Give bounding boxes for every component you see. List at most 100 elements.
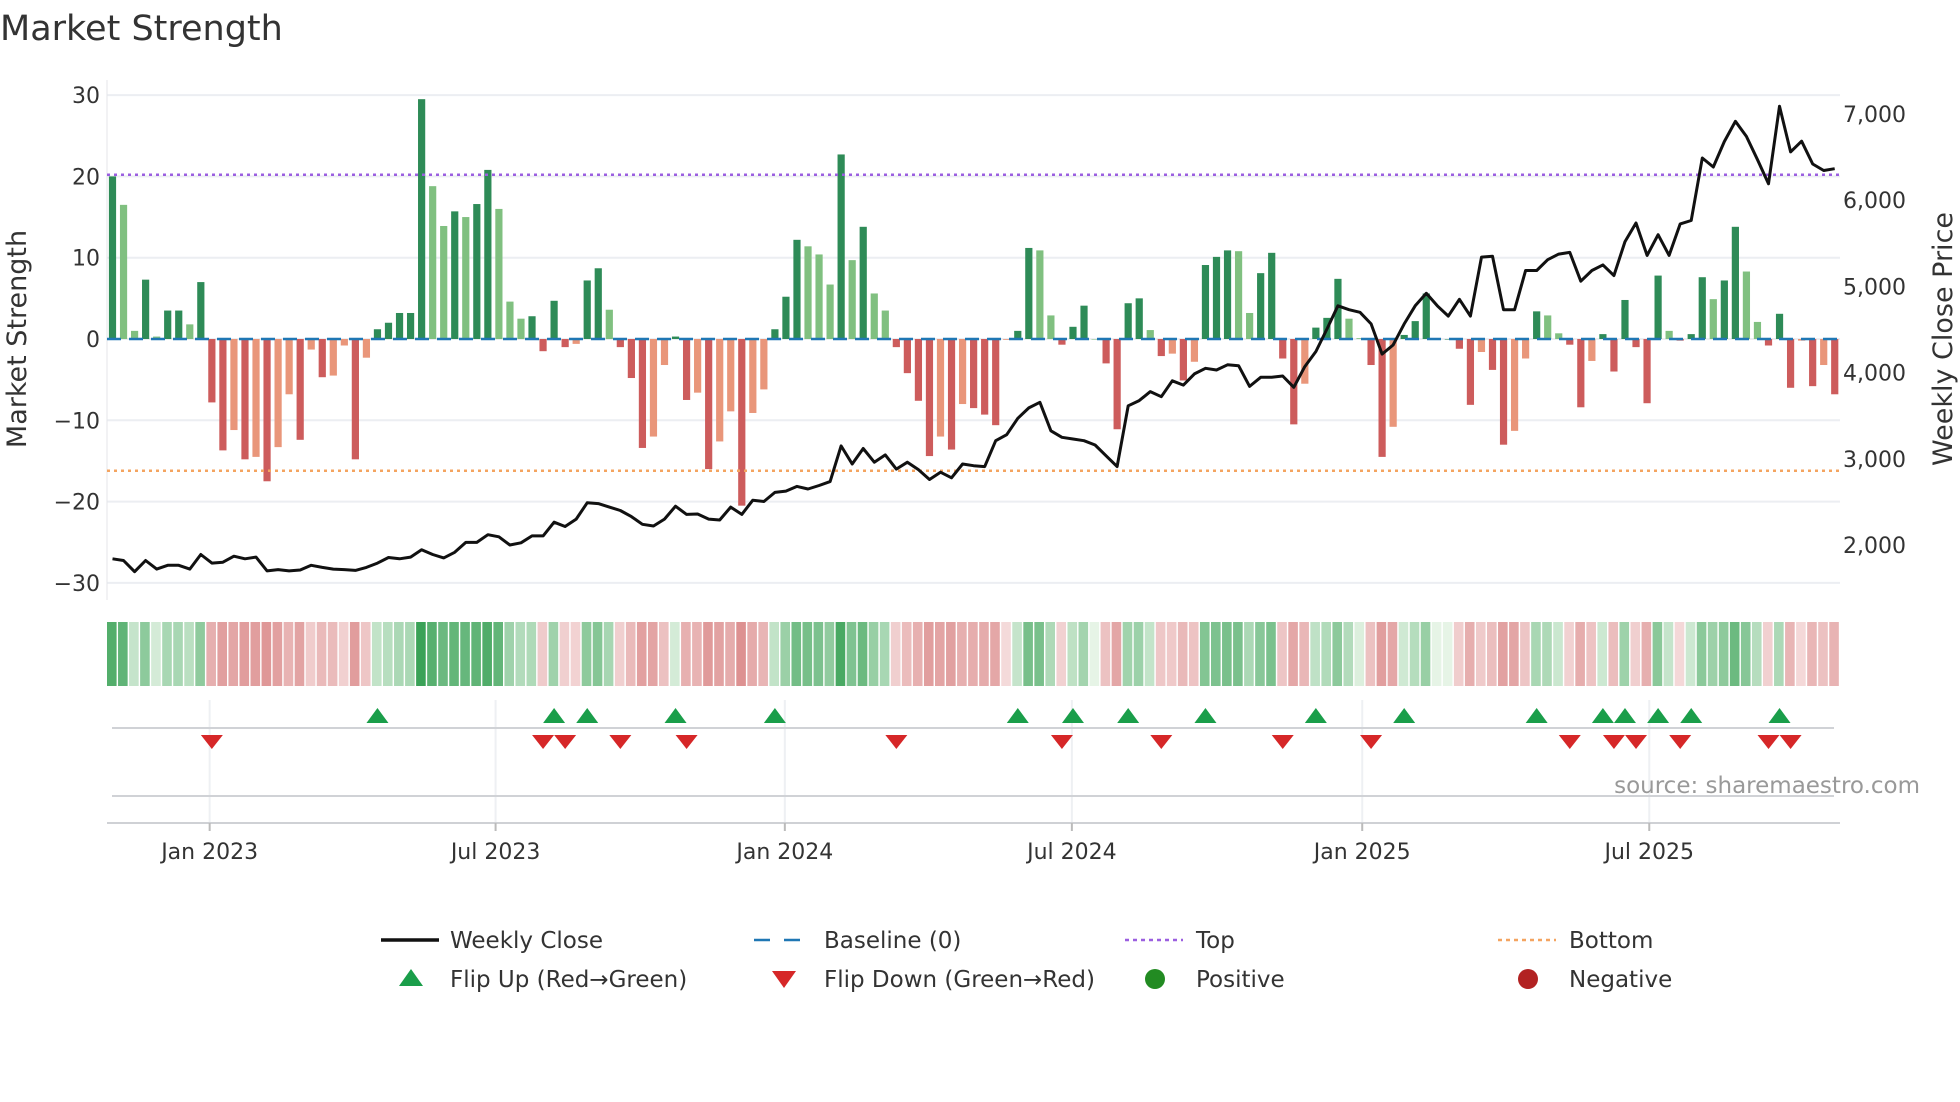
strength-bar xyxy=(981,339,989,415)
heatmap-cell xyxy=(1575,622,1585,686)
heatmap-cell xyxy=(1387,622,1398,686)
heatmap-cell xyxy=(1288,622,1298,686)
strength-bar xyxy=(804,246,812,339)
heatmap-cell xyxy=(824,622,835,686)
flip-up-marker xyxy=(1061,708,1084,723)
strength-bar xyxy=(329,339,337,376)
strength-bar xyxy=(1510,339,1519,431)
strength-bar xyxy=(892,339,900,348)
x-tick-label: Jul 2023 xyxy=(449,840,541,865)
flip-down-marker xyxy=(1360,735,1383,749)
strength-bar xyxy=(760,339,768,390)
strength-bar xyxy=(1698,277,1706,339)
flip-up-marker xyxy=(664,708,687,723)
strength-bar xyxy=(1345,318,1353,339)
heatmap-cell xyxy=(305,622,316,686)
legend-circle-icon xyxy=(1145,969,1165,989)
heatmap-cell xyxy=(129,622,139,686)
strength-bar xyxy=(561,339,569,348)
strength-bar xyxy=(119,204,128,339)
y2-tick-label: 4,000 xyxy=(1843,362,1906,387)
strength-bar xyxy=(1621,299,1629,339)
heatmap-cell xyxy=(1498,622,1508,686)
heatmap-cell xyxy=(217,622,227,686)
heatmap-cell xyxy=(1233,622,1243,686)
strength-bar xyxy=(1246,312,1254,339)
strength-bar xyxy=(462,217,470,339)
y2-tick-label: 7,000 xyxy=(1843,103,1906,128)
heatmap-cell xyxy=(327,622,338,686)
strength-bar xyxy=(782,296,790,339)
heatmap-cell xyxy=(438,622,448,686)
strength-bar xyxy=(340,339,348,346)
flip-up-marker xyxy=(763,708,786,723)
strength-bar xyxy=(1036,250,1044,339)
strength-bar xyxy=(914,339,923,401)
heatmap-cell xyxy=(1376,622,1387,686)
heatmap-cell xyxy=(283,622,294,686)
strength-bar xyxy=(1135,298,1143,339)
heatmap-cell xyxy=(990,622,1000,686)
heatmap-cell xyxy=(1045,622,1055,686)
flip-up-marker xyxy=(1647,708,1670,723)
strength-bar xyxy=(1201,265,1210,339)
strength-bar xyxy=(1146,330,1154,339)
heatmap-cell xyxy=(1332,622,1343,686)
heatmap-cell xyxy=(405,622,415,686)
source-credit: source: sharemaestro.com xyxy=(1614,773,1920,799)
heatmap-cell xyxy=(1829,622,1839,686)
heatmap-cell xyxy=(493,622,503,686)
y-tick-label: −20 xyxy=(54,491,100,516)
y-axis-right: 7,000 6,000 5,000 4,000 3,000 2,000 xyxy=(1843,103,1906,559)
flip-down-marker xyxy=(532,735,555,749)
legend-triangle-down-icon xyxy=(772,971,796,988)
heatmap-cell xyxy=(835,622,846,686)
strength-bar xyxy=(1477,339,1486,353)
heatmap-cell xyxy=(736,622,746,686)
strength-bar xyxy=(1257,273,1265,339)
strength-bar xyxy=(473,204,481,339)
heatmap-cell xyxy=(1464,622,1475,686)
strength-bar xyxy=(1378,339,1386,457)
flip-up-marker xyxy=(576,708,599,723)
strength-bar xyxy=(418,99,426,339)
strength-bar xyxy=(495,208,503,339)
heatmap-cell xyxy=(504,622,515,686)
strength-bar xyxy=(142,279,150,339)
heatmap-cell xyxy=(394,622,404,686)
heatmap-cell xyxy=(1100,622,1111,686)
strength-bar xyxy=(351,339,359,460)
legend-label: Bottom xyxy=(1569,928,1653,954)
y2-tick-label: 5,000 xyxy=(1843,275,1906,300)
heatmap-cell xyxy=(250,622,261,686)
strength-bar xyxy=(1731,226,1739,339)
heatmap-cell xyxy=(670,622,680,686)
strength-bar xyxy=(859,226,867,339)
strength-bar xyxy=(826,284,834,339)
heatmap-cell xyxy=(228,622,239,686)
flip-down-marker xyxy=(1757,735,1780,749)
strength-bar xyxy=(186,324,194,339)
heatmap-cell xyxy=(360,622,371,686)
strength-bar xyxy=(1709,299,1717,339)
heatmap-cell xyxy=(1354,622,1365,686)
heatmap-cell xyxy=(813,622,824,686)
heatmap-cell xyxy=(614,622,625,686)
heatmap-cell xyxy=(1663,622,1674,686)
y2-tick-label: 3,000 xyxy=(1843,448,1906,473)
strength-bar xyxy=(274,339,282,448)
strength-bar xyxy=(484,169,492,339)
heatmap-cell xyxy=(1487,622,1497,686)
strength-bar xyxy=(1367,339,1375,366)
strength-bar xyxy=(1753,321,1762,339)
heatmap-cell xyxy=(1343,622,1354,686)
y-tick-label: 30 xyxy=(72,84,100,109)
heatmap-cell xyxy=(1608,622,1619,686)
flip-down-marker xyxy=(1050,735,1073,749)
heatmap-cell xyxy=(1807,622,1817,686)
heatmap-cell xyxy=(427,622,437,686)
heatmap-cell xyxy=(272,622,283,686)
flip-down-marker xyxy=(675,735,698,749)
strength-bar xyxy=(108,176,117,339)
heatmap-cell xyxy=(1509,622,1519,686)
